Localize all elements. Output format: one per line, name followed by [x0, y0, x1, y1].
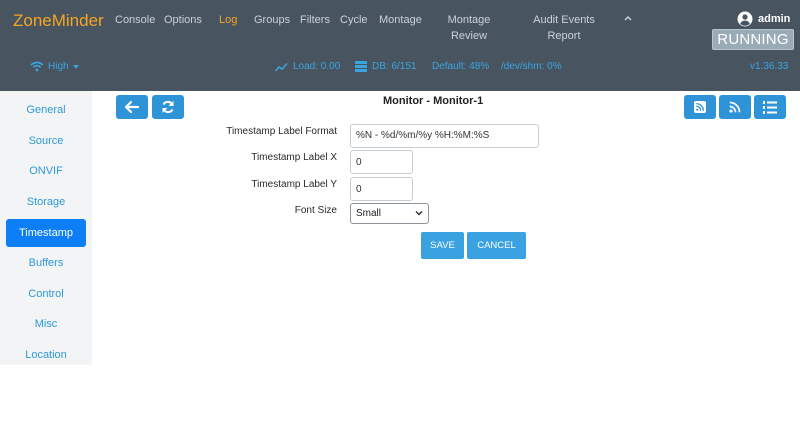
- nav-audit-line1: Audit Events: [533, 14, 595, 26]
- nav-audit-line2: Report: [547, 30, 581, 42]
- sidebar-item-timestamp[interactable]: Timestamp: [6, 219, 86, 247]
- username: admin: [758, 13, 791, 25]
- database-icon: [355, 61, 367, 72]
- sidebar-item-general[interactable]: General: [6, 96, 86, 124]
- status-button[interactable]: RUNNING: [712, 29, 794, 50]
- timestamp-label-x-label: Timestamp Label X: [251, 152, 337, 163]
- ordered-list-button[interactable]: [754, 95, 786, 119]
- bandwidth-dropdown[interactable]: High: [30, 61, 79, 72]
- sidebar-item-source[interactable]: Source: [6, 127, 86, 155]
- nav-cycle[interactable]: Cycle: [340, 13, 368, 28]
- nav-montage-review-line2: Review: [450, 30, 488, 42]
- line-chart-icon: [275, 62, 288, 71]
- ordered-list-icon: [763, 100, 777, 114]
- version-label[interactable]: v1.36.33: [750, 61, 788, 72]
- user-circle-icon: [737, 11, 753, 27]
- brand-logo[interactable]: ZoneMinder: [13, 11, 104, 31]
- timestamp-label-y-input[interactable]: 0: [350, 177, 413, 201]
- cancel-button[interactable]: CANCEL: [467, 232, 526, 259]
- timestamp-label-y-label: Timestamp Label Y: [251, 179, 337, 190]
- load-stat: Load: 0.00: [275, 61, 340, 72]
- rss-square-button[interactable]: [684, 95, 716, 119]
- sidebar-item-location[interactable]: Location: [6, 341, 86, 369]
- timestamp-label-format-input[interactable]: %N - %d/%m/%y %H:%M:%S: [350, 124, 539, 148]
- page-title: Monitor - Monitor-1: [383, 95, 484, 107]
- nav-groups[interactable]: Groups: [254, 13, 290, 28]
- storage-stat[interactable]: Default: 48%: [432, 61, 489, 72]
- nav-montage-review-line1: Montage: [447, 14, 491, 26]
- rss-button[interactable]: [719, 95, 751, 119]
- refresh-button[interactable]: [152, 95, 184, 119]
- save-button[interactable]: SAVE: [421, 232, 464, 259]
- timestamp-label-x-input[interactable]: 0: [350, 150, 413, 174]
- font-size-label: Font Size: [294, 205, 337, 216]
- sidebar-item-misc[interactable]: Misc: [6, 310, 86, 338]
- nav-log[interactable]: Log: [219, 13, 237, 28]
- shm-stat: /dev/shm: 0%: [501, 61, 562, 72]
- nav-options[interactable]: Options: [164, 13, 202, 28]
- nav-console[interactable]: Console: [115, 13, 155, 28]
- sidebar-item-storage[interactable]: Storage: [6, 188, 86, 216]
- nav-montage-review[interactable]: Montage Review: [440, 13, 498, 44]
- chevron-down-icon: [415, 210, 423, 216]
- db-value: DB: 6/151: [372, 61, 417, 72]
- rss-icon: [729, 101, 741, 113]
- sidebar-item-control[interactable]: Control: [6, 280, 86, 308]
- timestamp-label-format-label: Timestamp Label Format: [226, 126, 337, 137]
- bandwidth-label: High: [48, 61, 69, 72]
- sidebar-item-buffers[interactable]: Buffers: [6, 249, 86, 277]
- caret-down-icon: [72, 64, 79, 69]
- sidebar-item-onvif[interactable]: ONVIF: [6, 157, 86, 185]
- nav-montage[interactable]: Montage: [379, 13, 422, 28]
- refresh-icon: [162, 100, 174, 114]
- back-button[interactable]: [116, 95, 148, 119]
- chevron-up-icon[interactable]: [623, 13, 633, 23]
- db-stat: DB: 6/151: [355, 61, 416, 72]
- status-bar: [0, 53, 800, 91]
- user-menu[interactable]: admin: [737, 10, 790, 28]
- rss-square-icon: [694, 101, 706, 113]
- arrow-left-icon: [125, 101, 139, 113]
- load-value: Load: 0.00: [293, 61, 341, 72]
- nav-audit-events-report[interactable]: Audit Events Report: [530, 13, 598, 44]
- nav-filters[interactable]: Filters: [300, 13, 330, 28]
- wifi-icon: [30, 61, 44, 72]
